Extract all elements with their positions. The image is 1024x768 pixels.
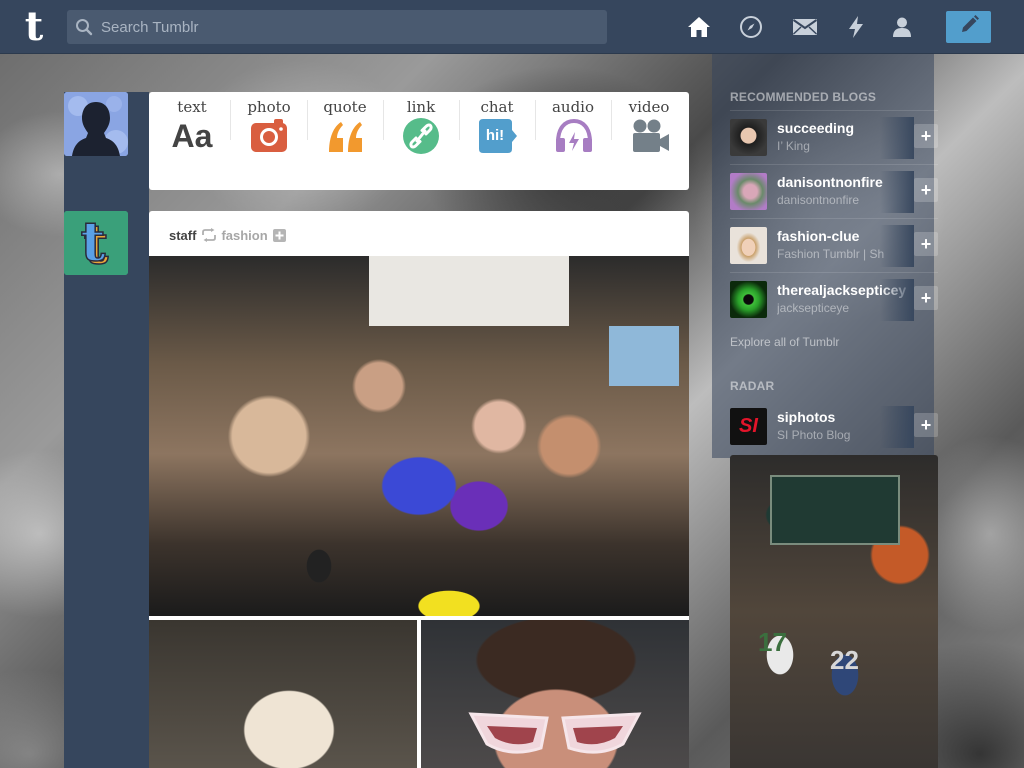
recommended-blog-item[interactable]: succeeding I’ King + (730, 110, 938, 160)
search-icon (67, 10, 101, 44)
chat-glyph: hi! (485, 127, 505, 144)
post-type-label: chat (480, 98, 514, 116)
fade-overlay (880, 225, 914, 267)
recommended-blogs-title: RECOMMENDED BLOGS (730, 90, 877, 104)
quote-marks-icon (326, 118, 364, 154)
staff-avatar[interactable]: t t (64, 211, 128, 275)
photo-detail (609, 326, 679, 386)
link-chain-icon (402, 118, 440, 154)
photo-detail (770, 475, 900, 545)
fade-overlay (880, 171, 914, 213)
top-header: t (0, 0, 1024, 54)
post-type-chat[interactable]: chat hi! (459, 98, 535, 154)
post-type-label: text (177, 98, 207, 116)
fade-overlay (880, 117, 914, 159)
post-type-quote[interactable]: quote (307, 98, 383, 154)
blog-avatar[interactable] (730, 119, 767, 156)
post-type-label: video (628, 98, 670, 116)
follow-button[interactable]: + (914, 413, 938, 437)
dashboard-post: staff fashion (149, 211, 689, 768)
headphones-icon (554, 118, 592, 154)
blog-avatar[interactable] (730, 281, 767, 318)
si-badge-text: SI (739, 415, 758, 437)
reblog-source-link[interactable]: fashion (221, 228, 267, 243)
radar-post-photo[interactable]: 17 22 (730, 455, 938, 768)
activity-lightning-icon[interactable] (843, 14, 869, 40)
photo-detail (369, 256, 569, 326)
post-author-link[interactable]: staff (169, 228, 196, 243)
tumblr-logo[interactable]: t (16, 7, 52, 48)
post-type-label: audio (551, 98, 595, 116)
explore-compass-icon[interactable] (738, 14, 764, 40)
staff-avatar-letter-front: t (81, 211, 106, 273)
search-input[interactable] (101, 12, 581, 42)
post-type-label: photo (247, 98, 291, 116)
reblog-icon (201, 228, 217, 242)
jersey-number: 17 (758, 627, 787, 657)
si-logo[interactable]: SI (730, 408, 767, 445)
explore-all-link[interactable]: Explore all of Tumblr (730, 335, 839, 349)
post-photo-sunglasses[interactable] (421, 620, 689, 768)
account-person-icon[interactable] (889, 14, 915, 40)
follow-button[interactable]: + (914, 178, 938, 202)
home-icon[interactable] (686, 14, 712, 40)
compose-button[interactable] (946, 11, 991, 43)
text-aa-icon: Aa (171, 118, 213, 154)
blog-avatar[interactable] (730, 227, 767, 264)
pencil-icon (958, 14, 980, 41)
post-header: staff fashion (169, 227, 286, 243)
recommended-blog-item[interactable]: danisontnonfire danisontnonfire + (730, 164, 938, 214)
post-type-label: link (406, 98, 436, 116)
post-composer: text Aa photo quote link chat hi! audio (149, 92, 689, 190)
post-type-text[interactable]: text Aa (154, 98, 230, 154)
jersey-number: 22 (830, 645, 859, 675)
camera-icon (250, 118, 288, 154)
user-avatar[interactable] (64, 92, 128, 156)
post-type-video[interactable]: video (611, 98, 687, 154)
follow-button[interactable]: + (914, 124, 938, 148)
radar-blog-item[interactable]: SI siphotos SI Photo Blog + (730, 400, 938, 450)
post-type-audio[interactable]: audio (535, 98, 611, 154)
post-type-label: quote (323, 98, 367, 116)
avatar-column (64, 92, 149, 768)
post-type-photo[interactable]: photo (231, 98, 307, 154)
recommended-blog-item[interactable]: therealjacksepticey jacksepticeye + (730, 272, 938, 322)
blog-avatar[interactable] (730, 173, 767, 210)
video-camera-icon (630, 118, 669, 154)
search-bar[interactable] (67, 10, 607, 44)
post-photo-dog[interactable] (149, 620, 417, 768)
fade-overlay (880, 279, 914, 321)
inbox-envelope-icon[interactable] (792, 14, 818, 40)
fade-overlay (880, 406, 914, 448)
recommended-blog-item[interactable]: fashion-clue Fashion Tumblr | Sh + (730, 218, 938, 268)
post-type-link[interactable]: link (383, 98, 459, 154)
photo-detail (468, 712, 642, 754)
follow-button[interactable]: + (914, 232, 938, 256)
post-photo-party[interactable] (149, 256, 689, 616)
radar-title: RADAR (730, 379, 775, 393)
chat-bubble-icon: hi! (478, 118, 517, 154)
follow-plus-icon[interactable] (272, 228, 286, 242)
follow-button[interactable]: + (914, 286, 938, 310)
